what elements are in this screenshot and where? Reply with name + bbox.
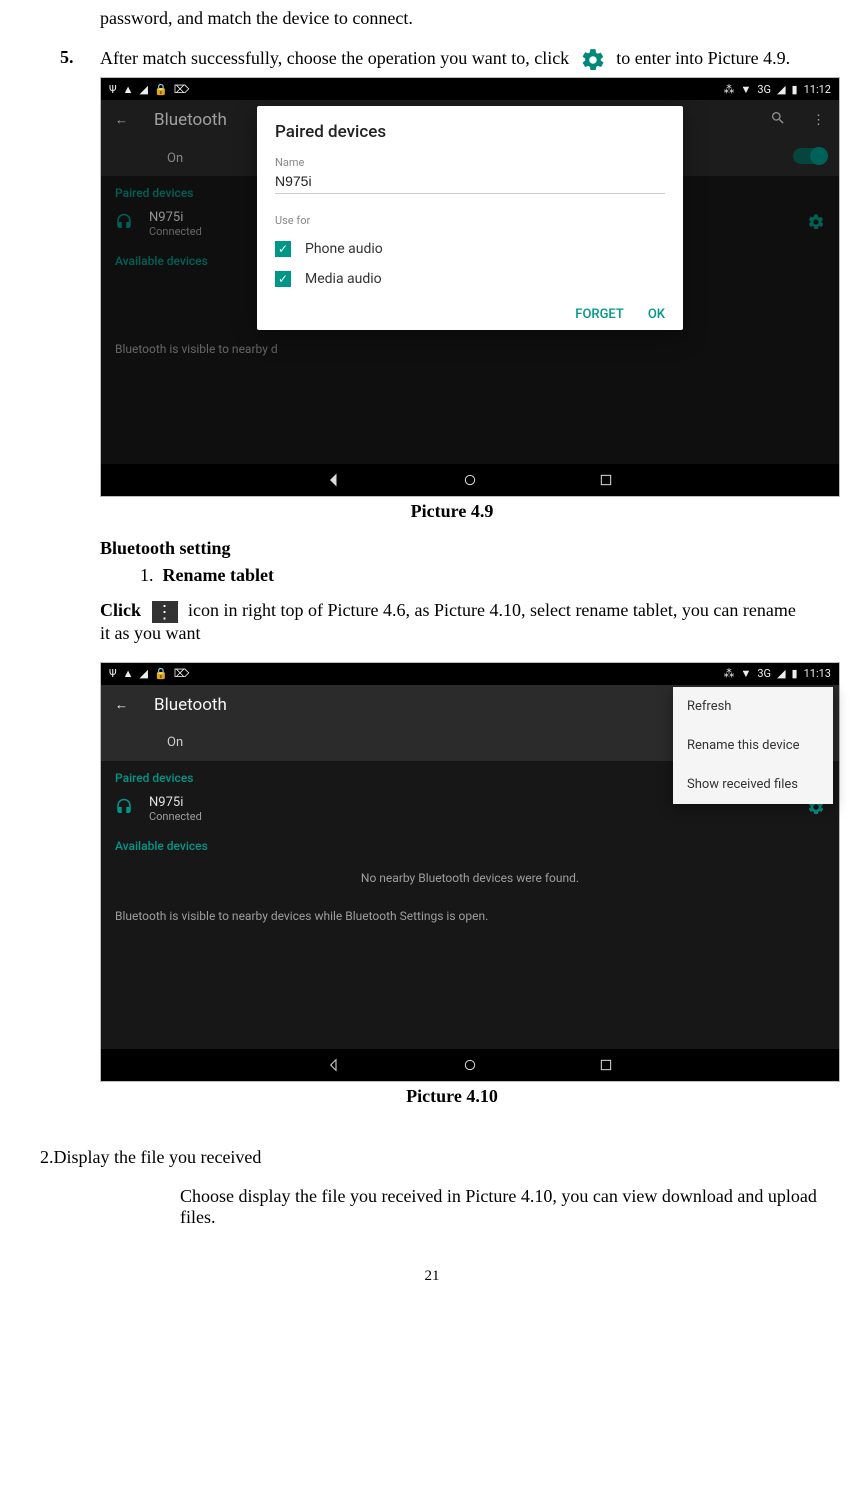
psi-icon: Ψ [109, 667, 117, 680]
wifi-icon: ▼ [740, 667, 751, 680]
name-label: Name [275, 156, 665, 169]
nav-back-icon[interactable] [326, 472, 342, 488]
screenshot-4-10: Ψ ▲ ◢ 🔒 ⌦ ⁂ ▼ 3G ◢ ▮ 11:13 ← Bluetooth [100, 662, 840, 1082]
rename-number: 1. [140, 565, 154, 585]
checkbox-icon: ✓ [275, 271, 291, 287]
clock-label: 11:13 [804, 667, 831, 680]
triangle-icon: ▲ [123, 83, 134, 96]
psi-icon: Ψ [109, 83, 117, 96]
use-for-label: Use for [275, 214, 665, 227]
battery-icon: ▮ [792, 667, 798, 680]
nav-home-icon[interactable] [462, 1057, 478, 1073]
bug-icon: ⌦ [174, 667, 190, 680]
lock-icon: 🔒 [154, 667, 168, 680]
step-5-number: 5. [60, 47, 100, 68]
no-devices-message: No nearby Bluetooth devices were found. [101, 857, 839, 899]
battery-icon: ▮ [792, 83, 798, 96]
bluetooth-setting-heading: Bluetooth setting [100, 538, 804, 559]
checkbox-icon: ✓ [275, 241, 291, 257]
signal-icon: ◢ [140, 83, 148, 96]
visibility-note: Bluetooth is visible to nearby devices w… [101, 899, 839, 933]
menu-refresh[interactable]: Refresh [673, 687, 833, 726]
bluetooth-icon: ⁂ [723, 83, 734, 96]
media-audio-option[interactable]: ✓ Media audio [275, 271, 665, 287]
clock-label: 11:12 [804, 83, 831, 96]
nav-recent-icon[interactable] [598, 1057, 614, 1073]
nav-bar [101, 464, 839, 496]
bluetooth-icon: ⁂ [723, 667, 734, 680]
device-name-input[interactable] [275, 169, 665, 194]
nav-back-icon[interactable] [326, 1057, 342, 1073]
network-label: 3G [757, 667, 771, 680]
phone-audio-option[interactable]: ✓ Phone audio [275, 241, 665, 257]
caption-4-9: Picture 4.9 [100, 501, 804, 522]
nav-home-icon[interactable] [462, 472, 478, 488]
network-label: 3G [757, 83, 771, 96]
click-description: icon in right top of Picture 4.6, as Pic… [100, 600, 796, 643]
menu-rename-device[interactable]: Rename this device [673, 726, 833, 765]
display-file-heading: 2.Display the file you received [40, 1147, 844, 1168]
available-devices-header: Available devices [101, 829, 839, 857]
cell-icon: ◢ [777, 83, 785, 96]
step-5-text-before: After match successfully, choose the ope… [100, 48, 569, 68]
paired-device-dialog: Paired devices Name Use for ✓ Phone audi… [257, 106, 683, 330]
cell-icon: ◢ [777, 667, 785, 680]
forget-button[interactable]: FORGET [575, 307, 624, 322]
nav-recent-icon[interactable] [598, 472, 614, 488]
dialog-title: Paired devices [275, 122, 665, 142]
nav-bar [101, 1049, 839, 1081]
display-file-body: Choose display the file you received in … [180, 1186, 824, 1228]
status-bar: Ψ ▲ ◢ 🔒 ⌦ ⁂ ▼ 3G ◢ ▮ 11:12 [101, 78, 839, 100]
menu-show-received[interactable]: Show received files [673, 765, 833, 804]
intro-text: password, and match the device to connec… [100, 8, 804, 29]
wifi-icon: ▼ [740, 83, 751, 96]
lock-icon: 🔒 [154, 83, 168, 96]
on-label: On [167, 735, 183, 750]
back-icon[interactable]: ← [115, 697, 128, 713]
ok-button[interactable]: OK [648, 307, 665, 322]
gear-icon [574, 48, 617, 68]
caption-4-10: Picture 4.10 [100, 1086, 804, 1107]
screenshot-4-9: Ψ ▲ ◢ 🔒 ⌦ ⁂ ▼ 3G ◢ ▮ 11:12 ← Bluetooth [100, 77, 840, 497]
rename-tablet-heading: Rename tablet [163, 565, 274, 585]
status-bar: Ψ ▲ ◢ 🔒 ⌦ ⁂ ▼ 3G ◢ ▮ 11:13 [101, 663, 839, 685]
overflow-menu-icon: ⋮ [152, 601, 178, 623]
media-audio-label: Media audio [305, 271, 382, 287]
click-label: Click [100, 600, 141, 620]
step-5: 5. After match successfully, choose the … [60, 47, 804, 73]
bug-icon: ⌦ [174, 83, 190, 96]
triangle-icon: ▲ [123, 667, 134, 680]
device-name: N975i [149, 795, 202, 810]
page-number: 21 [20, 1268, 844, 1285]
step-5-text-after: to enter into Picture 4.9. [616, 48, 790, 68]
headphones-icon [115, 798, 133, 820]
overflow-menu: Refresh Rename this device Show received… [673, 687, 833, 804]
signal-icon: ◢ [140, 667, 148, 680]
device-status: Connected [149, 810, 202, 823]
page-title: Bluetooth [154, 695, 227, 715]
phone-audio-label: Phone audio [305, 241, 383, 257]
